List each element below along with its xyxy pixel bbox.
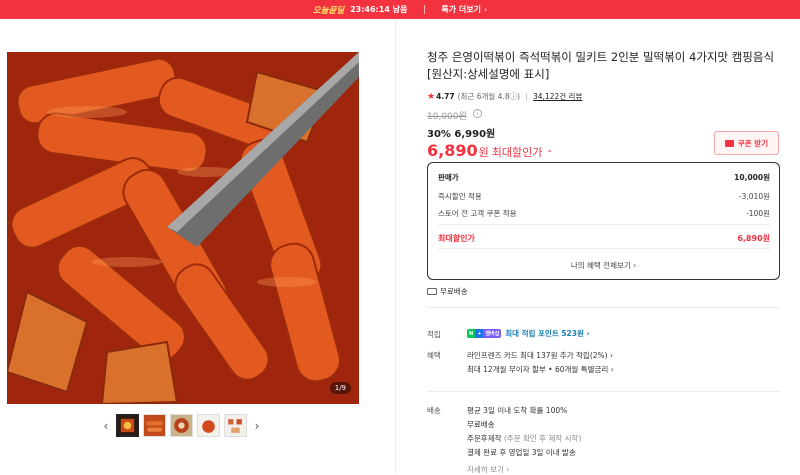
tteokbokki-image: [7, 52, 359, 404]
point-label: 적립: [427, 330, 441, 339]
benefit-label: 혜택: [427, 351, 441, 360]
made-to-order-main: 주문후제작: [467, 434, 502, 443]
rating-row: ★ 4.77 (최근 6개월 4.8ⓘ) 34,122건 리뷰: [427, 91, 582, 102]
coupon-label: 쿠폰 받기: [737, 138, 769, 148]
truck-icon: [427, 288, 437, 295]
naverpay-membership-badge: N + 멤버십: [467, 329, 502, 338]
more-deals-link[interactable]: 특가 더보기 ›: [441, 4, 487, 15]
divider: [427, 307, 780, 308]
made-to-order-note: (주문 확인 후 제작 시작): [501, 434, 582, 443]
chevron-up-icon: ⌃: [546, 149, 554, 158]
free-shipping-badge: 무료배송: [427, 286, 468, 297]
price-row-label: 즉시할인 적용: [438, 192, 482, 201]
divider: [424, 5, 426, 14]
max-discount-toggle[interactable]: 6,890 원 최대할인가 ⌃: [427, 141, 553, 160]
divider: [526, 92, 528, 101]
membership-icon: 멤버십: [483, 329, 502, 338]
thumbnail[interactable]: [170, 414, 193, 437]
image-counter: 1/9: [329, 382, 351, 394]
price-row-label: 스토어 전 고객 쿠폰 적용: [438, 209, 517, 218]
plus-icon: +: [475, 329, 484, 338]
thumbnail[interactable]: [224, 414, 247, 437]
review-count-link[interactable]: 34,122건 리뷰: [533, 91, 582, 102]
delivery-label: 배송: [427, 406, 441, 415]
price-breakdown: 판매가 10,000원 즉시할인 적용 -3,010원 스토어 전 고객 쿠폰 …: [427, 162, 780, 280]
delivery-made-to-order: 주문후제작 (주문 확인 후 제작 시작): [467, 433, 581, 444]
installment-benefit-link[interactable]: 최대 12개월 무이자 할부 • 60개월 특별금리 ›: [467, 364, 614, 375]
deal-banner: 오늘끝딜 23:46:14 남음 특가 더보기 ›: [0, 0, 800, 19]
coupon-icon: [724, 139, 734, 147]
price-row: 판매가 10,000원: [438, 172, 770, 183]
original-price: 10,000원: [427, 112, 467, 122]
discount-price: 6,990원: [454, 129, 496, 140]
coupon-button[interactable]: 쿠폰 받기: [714, 131, 779, 155]
price-row-label: 판매가: [438, 173, 459, 182]
divider: [395, 19, 396, 473]
max-price-label: 최대할인가: [491, 146, 543, 159]
delivery-details-link[interactable]: 자세히 보기 ›: [467, 464, 509, 475]
more-deals-label: 특가 더보기: [441, 5, 481, 14]
thumbnail[interactable]: [116, 414, 139, 437]
card-benefit-link[interactable]: 라인프렌즈 카드 최대 137원 추가 적립(2%) ›: [467, 350, 613, 361]
max-price-unit: 원: [478, 146, 489, 159]
product-title: 청주 은영이떡볶이 즉석떡볶이 밀키트 2인분 밀떡볶이 4가지맛 캠핑음식 […: [427, 50, 775, 81]
info-icon[interactable]: i: [473, 109, 482, 118]
price-row: 즉시할인 적용 -3,010원: [438, 191, 770, 202]
product-gallery: 1/9 ‹ ›: [0, 19, 395, 473]
max-price: 6,890: [427, 141, 478, 160]
product-main-image[interactable]: 1/9: [7, 52, 359, 404]
final-price-value: 6,890원: [737, 234, 770, 243]
thumbnail[interactable]: [197, 414, 220, 437]
chevron-right-icon[interactable]: ›: [251, 419, 263, 433]
view-all-benefits-link[interactable]: 나의 혜택 전체보기 ›: [428, 260, 779, 271]
thumbnail-strip: ‹ ›: [100, 414, 263, 437]
chevron-right-icon: ›: [483, 5, 488, 14]
price-row-value: -3,010원: [738, 192, 770, 201]
rating-recent[interactable]: (최근 6개월 4.8ⓘ): [458, 91, 520, 102]
deal-brand-logo: 오늘끝딜: [312, 5, 345, 16]
divider: [438, 224, 770, 225]
delivery-arrival: 평균 3일 이내 도착 확률 100%: [467, 406, 568, 415]
thumbnail[interactable]: [143, 414, 166, 437]
chevron-left-icon[interactable]: ‹: [100, 419, 112, 433]
delivery-free: 무료배송: [467, 420, 495, 429]
discount-row: 30% 6,990원: [427, 125, 495, 140]
star-icon: ★: [427, 91, 436, 102]
rating-value: 4.77: [436, 92, 455, 101]
delivery-ship-time: 결제 완료 후 영업일 3일 이내 발송: [467, 448, 576, 457]
free-shipping-label: 무료배송: [440, 287, 468, 296]
price-row: 스토어 전 고객 쿠폰 적용 -100원: [438, 208, 770, 219]
max-point-link[interactable]: 최대 적립 포인트 523원 ›: [505, 328, 589, 339]
deal-countdown: 23:46:14 남음: [350, 5, 408, 14]
divider: [438, 248, 770, 249]
naver-icon: N: [467, 329, 476, 338]
price-row-value: 10,000원: [734, 173, 770, 182]
point-row[interactable]: N + 멤버십 최대 적립 포인트 523원 ›: [467, 328, 590, 339]
discount-rate: 30%: [427, 129, 451, 140]
final-price-label: 최대할인가: [438, 234, 475, 243]
divider: [427, 391, 780, 392]
final-price-row: 최대할인가 6,890원: [438, 233, 770, 244]
price-row-value: -100원: [746, 209, 770, 218]
